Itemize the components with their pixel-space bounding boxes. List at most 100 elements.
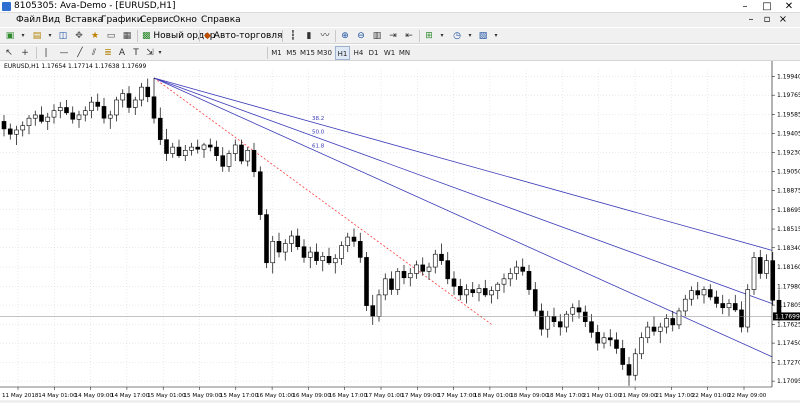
minimize-button[interactable]: – [734, 0, 756, 13]
y-tick-label: 1.18875 [777, 187, 800, 194]
candle [589, 314, 594, 338]
x-tick-label: 22 May 09:00 [728, 393, 767, 399]
arrow-icon[interactable]: ⇲ [144, 46, 156, 60]
bull-candle-body [407, 273, 413, 279]
templates-icon[interactable]: ▧ [476, 29, 490, 43]
x-tick-label: 14 May 09:00 [75, 393, 114, 399]
menu-file[interactable]: Файл [16, 13, 41, 27]
text-icon[interactable]: A [116, 46, 128, 60]
label-icon[interactable]: T [130, 46, 142, 60]
bull-candle-body [764, 260, 769, 274]
chart-shift-icon[interactable]: ⇤ [402, 29, 416, 43]
candle [295, 228, 301, 250]
trendline-icon[interactable]: ╱ [74, 46, 86, 60]
candle [507, 268, 513, 287]
equidistant-channel-icon[interactable]: ⫽ [88, 46, 100, 60]
bull-candle-body [507, 273, 513, 280]
bear-candle-body [457, 286, 463, 296]
menu-window[interactable]: Окно [173, 13, 197, 27]
candle [201, 142, 207, 158]
bear-candle-body [151, 96, 157, 119]
profiles-icon[interactable]: ▤ [30, 29, 44, 43]
menu-view[interactable]: Вид [42, 13, 60, 27]
zoom-in-icon[interactable]: ⊕ [338, 29, 352, 43]
arrow-dropdown-icon[interactable]: ▾ [156, 46, 164, 60]
strategy-tester-icon[interactable]: ▦ [120, 29, 134, 43]
bear-candle-body [695, 290, 701, 296]
candle [495, 282, 501, 300]
bear-candle-body [451, 278, 457, 287]
candle [214, 140, 219, 162]
candle [145, 78, 151, 103]
navigator-icon[interactable]: ★ [88, 29, 102, 43]
tf-mn[interactable]: MN [397, 46, 412, 60]
tf-m15[interactable]: M15 [300, 46, 315, 60]
data-window-icon[interactable]: ✥ [72, 29, 86, 43]
bear-candle-body [420, 264, 426, 272]
periods-icon[interactable]: ◷ [450, 29, 464, 43]
tf-h1[interactable]: H1 [335, 46, 350, 60]
bull-candle-body [664, 318, 669, 328]
tf-m1[interactable]: M1 [269, 46, 284, 60]
tf-w1[interactable]: W1 [382, 46, 397, 60]
x-tick-label: 18 May 09:00 [510, 393, 549, 399]
mdi-close-icon[interactable]: × [776, 13, 790, 26]
candle [564, 310, 569, 333]
cursor-icon[interactable]: ↖ [3, 46, 15, 60]
candle [451, 271, 457, 295]
bull-candle-body [82, 110, 88, 116]
indicators-dropdown-icon[interactable]: ▾ [438, 29, 446, 43]
menu-insert[interactable]: Вставка [65, 13, 103, 27]
grid [0, 70, 772, 387]
indicators-icon[interactable]: ⊞ [422, 29, 436, 43]
templates-dropdown-icon[interactable]: ▾ [492, 29, 500, 43]
close-button[interactable]: ✕ [778, 0, 800, 13]
title-bar: 8105305: Ava-Demo - [EURUSD,H1] – □ ✕ [0, 0, 800, 13]
bear-candle-body [401, 271, 407, 279]
bear-candle-body [651, 326, 657, 332]
bear-candle-body [614, 339, 619, 349]
terminal-icon[interactable]: ▭ [104, 29, 118, 43]
candle [482, 279, 488, 298]
tf-d1[interactable]: D1 [366, 46, 381, 60]
menu-charts[interactable]: Графики [101, 13, 143, 27]
candle [632, 348, 638, 381]
tf-m30[interactable]: M30 [317, 46, 332, 60]
profiles-dropdown-icon[interactable]: ▾ [46, 29, 54, 43]
crosshair-icon[interactable]: + [19, 46, 31, 60]
bull-candle-body [114, 99, 119, 116]
price-chart[interactable]: EURUSD,H1 1.17654 1.17714 1.17638 1.1769… [0, 61, 800, 400]
candlestick-icon[interactable]: ▮ [302, 29, 316, 43]
new-chart-dropdown-icon[interactable]: ▾ [19, 29, 27, 43]
candle [57, 102, 63, 119]
bear-candle-body [64, 107, 69, 114]
candle [264, 209, 269, 269]
y-tick-label: 1.19405 [777, 131, 800, 138]
mdi-minimize-icon[interactable]: – [744, 13, 758, 26]
chart-window[interactable]: EURUSD,H1 1.17654 1.17714 1.17638 1.1769… [0, 61, 800, 400]
mdi-restore-icon[interactable]: ▫ [760, 13, 774, 26]
menu-tools[interactable]: Сервис [140, 13, 174, 27]
bar-chart-icon[interactable]: ┇ [286, 29, 300, 43]
auto-trading-button[interactable]: ◆ Авто-торговля [202, 29, 284, 43]
market-watch-icon[interactable]: ◫ [56, 29, 70, 43]
menu-help[interactable]: Справка [201, 13, 241, 27]
tf-h4[interactable]: H4 [351, 46, 366, 60]
bear-candle-body [145, 86, 151, 98]
menu-bar: Файл Вид Вставка Графики Сервис Окно Спр… [0, 13, 800, 27]
candle [739, 301, 744, 333]
tf-m5[interactable]: M5 [284, 46, 299, 60]
fan-level-label: 61.8 [312, 143, 325, 149]
zoom-out-icon[interactable]: ⊖ [354, 29, 368, 43]
maximize-button[interactable]: □ [756, 0, 778, 13]
periods-dropdown-icon[interactable]: ▾ [466, 29, 474, 43]
auto-scroll-icon[interactable]: ⇥ [386, 29, 400, 43]
bull-candle-body [270, 241, 276, 264]
line-chart-icon[interactable]: 〰 [318, 29, 332, 43]
horizontal-line-icon[interactable]: — [58, 46, 70, 60]
candle [207, 138, 213, 152]
new-chart-icon[interactable]: ▣ [3, 29, 17, 43]
vertical-line-icon[interactable]: | [40, 46, 52, 60]
fibonacci-icon[interactable]: ≣ [102, 46, 114, 60]
tile-windows-icon[interactable]: ▥ [370, 29, 384, 43]
